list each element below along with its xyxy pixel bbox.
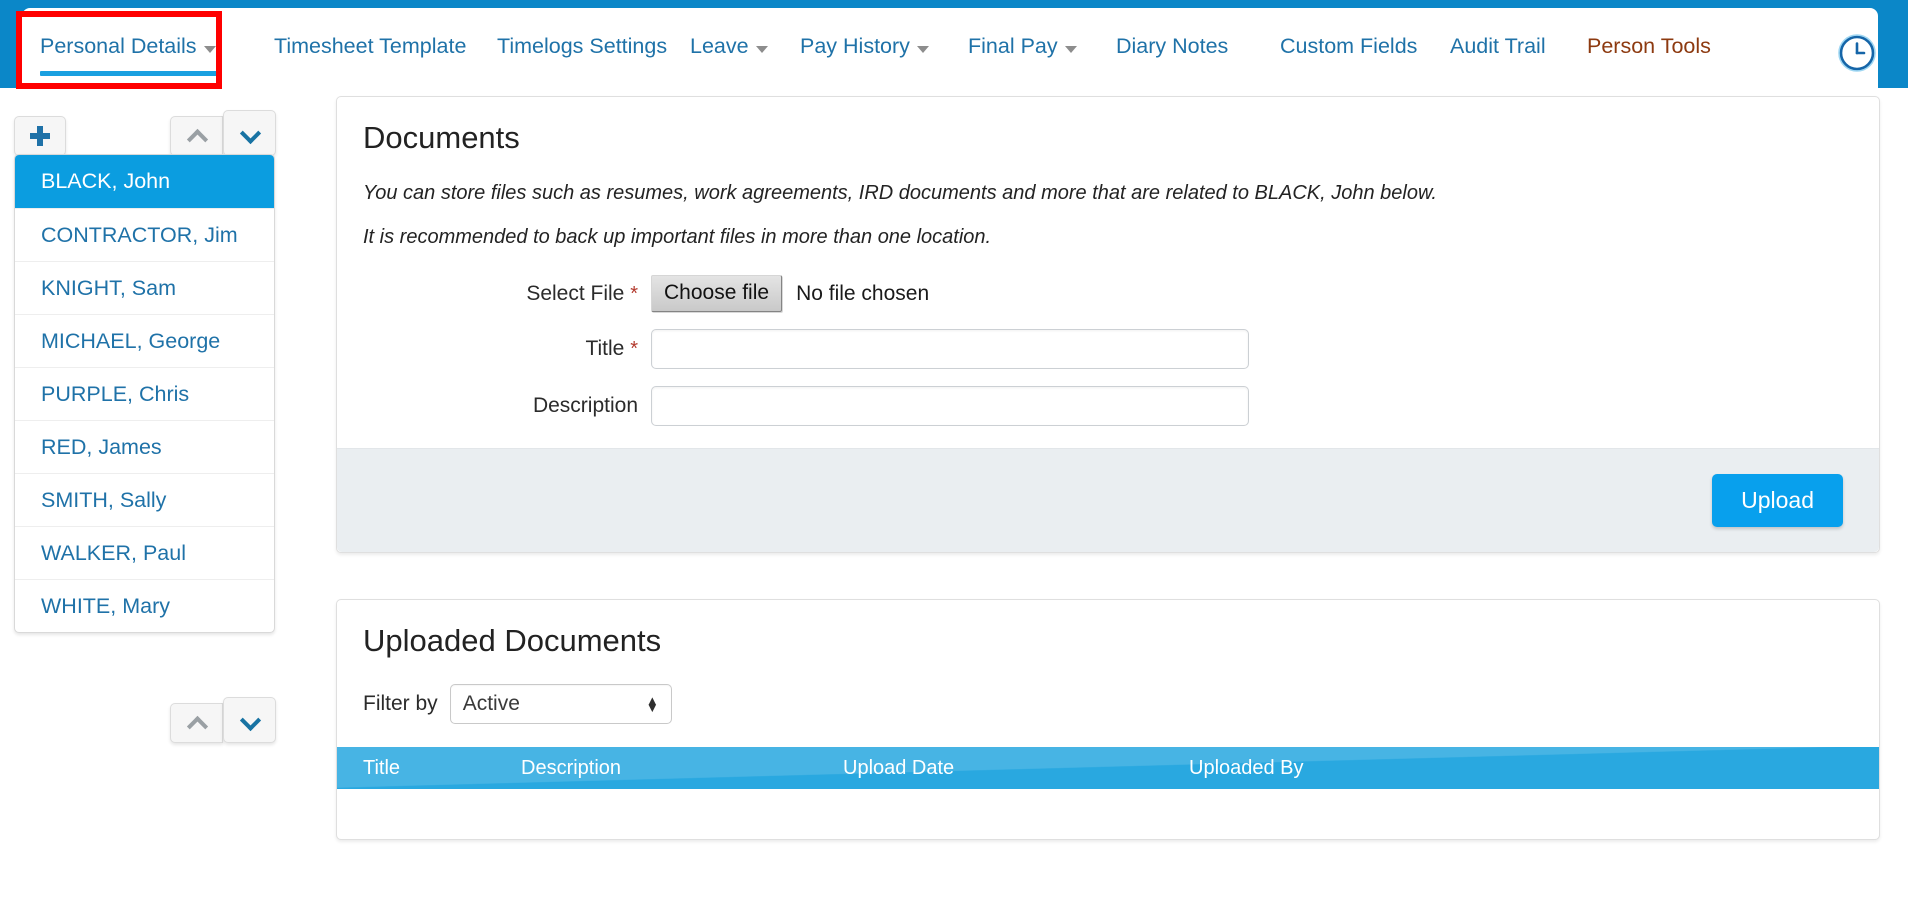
chevron-down-icon — [1064, 45, 1077, 53]
choose-file-button[interactable]: Choose file — [651, 275, 783, 313]
description-label: Description — [363, 394, 651, 418]
person-name: PURPLE, Chris — [41, 381, 190, 406]
uploaded-documents-title: Uploaded Documents — [363, 623, 662, 659]
title-label: Title * — [363, 337, 651, 361]
list-item[interactable]: KNIGHT, Sam — [15, 261, 274, 314]
nav-tab-list: Personal Details Timesheet Template Time… — [22, 8, 1878, 88]
filter-by-selected-value: Active — [462, 692, 520, 716]
title-label-text: Title — [585, 337, 625, 361]
list-item[interactable]: WALKER, Paul — [15, 526, 274, 579]
nav-tab-label: Timesheet Template — [274, 34, 467, 58]
person-name: KNIGHT, Sam — [41, 275, 176, 300]
documents-table-header: Title Description Upload Date Uploaded B… — [337, 747, 1879, 790]
person-name: SMITH, Sally — [41, 487, 167, 512]
chevron-up-icon — [188, 131, 205, 141]
nav-tab-timesheet-template[interactable]: Timesheet Template — [274, 34, 467, 58]
description-input[interactable] — [651, 386, 1249, 427]
nav-tab-pay-history[interactable]: Pay History — [800, 34, 929, 58]
scroll-up-button-top[interactable] — [170, 116, 223, 156]
chevron-down-icon — [241, 128, 258, 138]
person-name: RED, James — [41, 434, 162, 459]
nav-tab-personal-details[interactable]: Personal Details — [40, 34, 218, 76]
person-name: CONTRACTOR, Jim — [41, 222, 238, 247]
main-nav-panel: Personal Details Timesheet Template Time… — [22, 8, 1878, 88]
select-spinner-icon: ▲ ▼ — [645, 693, 659, 716]
list-item[interactable]: BLACK, John — [15, 155, 274, 208]
select-file-label-text: Select File — [526, 281, 625, 305]
nav-tab-label: Diary Notes — [1116, 34, 1229, 58]
nav-tab-label: Audit Trail — [1450, 34, 1546, 58]
person-name: MICHAEL, George — [41, 328, 221, 353]
uploaded-documents-body: Uploaded Documents Filter by Active ▲ ▼ T… — [337, 600, 1879, 839]
chevron-down-icon — [755, 45, 768, 53]
scroll-down-button-bottom[interactable] — [223, 697, 276, 743]
chevron-down-icon — [203, 45, 216, 53]
people-sidebar: BLACK, John CONTRACTOR, Jim KNIGHT, Sam … — [0, 96, 300, 796]
nav-tab-timelogs-settings[interactable]: Timelogs Settings — [497, 34, 668, 58]
description-row: Description — [363, 386, 1853, 427]
list-item[interactable]: WHITE, Mary — [15, 579, 274, 632]
main-content: Documents You can store files such as re… — [336, 96, 1880, 841]
filter-row: Filter by Active ▲ ▼ — [363, 684, 1853, 725]
plus-icon — [30, 126, 50, 146]
description-label-text: Description — [532, 394, 638, 418]
nav-tab-custom-fields[interactable]: Custom Fields — [1280, 34, 1418, 58]
clock-icon[interactable] — [1837, 33, 1877, 73]
documents-panel: Documents You can store files such as re… — [336, 96, 1880, 554]
person-name: WALKER, Paul — [41, 540, 186, 565]
add-person-button[interactable] — [14, 116, 66, 156]
documents-hint-primary: You can store files such as resumes, wor… — [363, 182, 1437, 205]
select-file-row: Select File * Choose file No file chosen — [363, 275, 1853, 313]
active-tab-underline — [40, 71, 218, 76]
documents-panel-body: Documents You can store files such as re… — [337, 97, 1879, 427]
chevron-down-icon — [916, 45, 929, 53]
nav-tab-label: Timelogs Settings — [497, 34, 668, 58]
people-list[interactable]: BLACK, John CONTRACTOR, Jim KNIGHT, Sam … — [14, 154, 275, 633]
scroll-down-button-top[interactable] — [223, 110, 276, 156]
upload-button[interactable]: Upload — [1712, 474, 1843, 528]
nav-tab-diary-notes[interactable]: Diary Notes — [1116, 34, 1229, 58]
documents-table-body — [363, 789, 1853, 839]
column-header-description[interactable]: Description — [521, 757, 843, 780]
page-title: Documents — [363, 120, 520, 155]
nav-tab-leave[interactable]: Leave — [690, 34, 768, 58]
filter-by-select[interactable]: Active ▲ ▼ — [449, 684, 672, 725]
filter-by-label: Filter by — [363, 692, 438, 716]
list-item[interactable]: PURPLE, Chris — [15, 367, 274, 420]
scroll-up-button-bottom[interactable] — [170, 703, 223, 743]
list-item[interactable]: CONTRACTOR, Jim — [15, 208, 274, 261]
documents-hint-secondary: It is recommended to back up important f… — [363, 226, 992, 249]
person-name: BLACK, John — [41, 169, 171, 193]
chevron-down-icon — [241, 715, 258, 725]
column-header-upload-date[interactable]: Upload Date — [843, 757, 1189, 780]
title-input[interactable] — [651, 329, 1249, 370]
nav-tab-label: Leave — [690, 34, 749, 58]
nav-tab-label: Pay History — [800, 34, 910, 58]
column-header-title[interactable]: Title — [363, 757, 521, 780]
nav-tab-audit-trail[interactable]: Audit Trail — [1450, 34, 1546, 58]
chevron-up-icon — [188, 718, 205, 728]
person-name: WHITE, Mary — [41, 593, 170, 618]
list-item[interactable]: RED, James — [15, 420, 274, 473]
list-item[interactable]: SMITH, Sally — [15, 473, 274, 526]
nav-tab-label: Final Pay — [968, 34, 1058, 58]
uploaded-documents-panel: Uploaded Documents Filter by Active ▲ ▼ T… — [336, 599, 1880, 841]
nav-tab-final-pay[interactable]: Final Pay — [968, 34, 1077, 58]
title-row: Title * — [363, 329, 1853, 370]
nav-tab-label: Custom Fields — [1280, 34, 1418, 58]
required-asterisk: * — [630, 282, 638, 305]
select-file-label: Select File * — [363, 282, 651, 306]
list-item[interactable]: MICHAEL, George — [15, 314, 274, 367]
nav-tab-person-tools[interactable]: Person Tools — [1587, 34, 1711, 58]
nav-tab-label: Personal Details — [40, 34, 197, 58]
column-header-uploaded-by[interactable]: Uploaded By — [1189, 757, 1304, 780]
documents-panel-footer: Upload — [337, 448, 1879, 553]
nav-tab-label: Person Tools — [1587, 34, 1711, 58]
required-asterisk: * — [630, 338, 638, 361]
chosen-file-name: No file chosen — [796, 281, 930, 305]
